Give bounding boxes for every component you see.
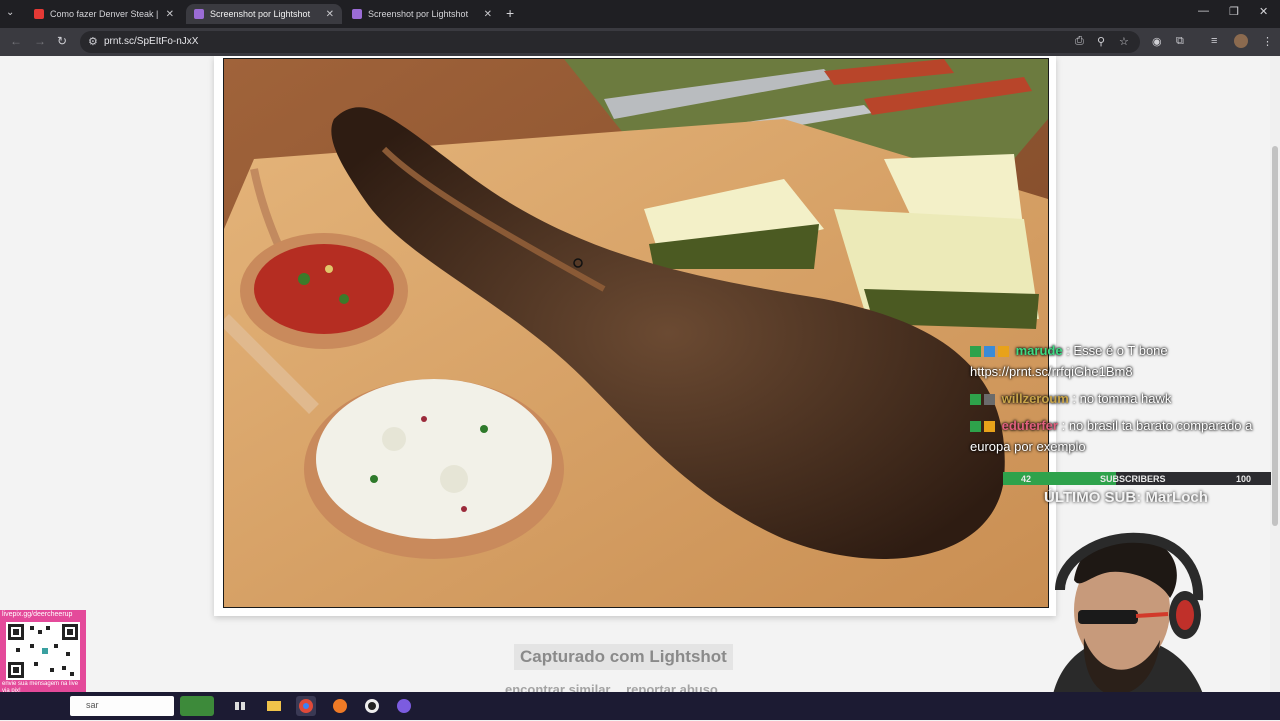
badge-icon bbox=[984, 394, 995, 406]
badge-icon bbox=[970, 394, 981, 406]
file-explorer-icon[interactable] bbox=[264, 696, 284, 716]
url-text[interactable]: prnt.sc/SpEItFo-nJxX bbox=[104, 36, 198, 47]
badge-icon bbox=[970, 346, 981, 358]
chat-user: eduferfer bbox=[1001, 418, 1058, 433]
chat-user: marude bbox=[1015, 343, 1063, 358]
subscriber-label: SUBSCRIBERS bbox=[1100, 474, 1166, 484]
zoom-icon[interactable]: ⚲ bbox=[1097, 35, 1105, 48]
extensions-puzzle-icon[interactable]: ⧉ bbox=[1176, 35, 1184, 48]
qr-code bbox=[6, 622, 80, 680]
badge-icon bbox=[970, 421, 981, 433]
tab-lightshot[interactable]: Screenshot por Lightshot ✕ bbox=[344, 4, 500, 24]
chat-text: : no tomma hawk bbox=[1068, 391, 1172, 406]
install-icon[interactable]: ⎙ bbox=[1075, 35, 1084, 48]
restore-button[interactable]: ❐ bbox=[1229, 5, 1239, 18]
qr-url: livepix.gg/deercheerup bbox=[2, 611, 73, 618]
minimize-button[interactable]: — bbox=[1198, 5, 1209, 17]
search-text: sar bbox=[86, 700, 99, 710]
streamer-webcam bbox=[1050, 532, 1210, 720]
subscriber-goal-bar: 42 SUBSCRIBERS 100 bbox=[1003, 472, 1271, 485]
pix-qr-panel: livepix.gg/deercheerup envie sua mensage… bbox=[0, 610, 86, 694]
chrome-icon[interactable] bbox=[296, 696, 316, 716]
address-bar[interactable]: ⚙ prnt.sc/SpEItFo-nJxX bbox=[80, 31, 1140, 53]
chat-message: marude : Esse é o T bone https://prnt.sc… bbox=[970, 340, 1280, 382]
new-tab-button[interactable]: + bbox=[506, 5, 514, 21]
badge-icon bbox=[998, 346, 1009, 358]
close-tab-icon[interactable]: ✕ bbox=[326, 9, 334, 20]
subscriber-current: 42 bbox=[1021, 474, 1032, 484]
menu-icon[interactable]: ⋮ bbox=[1262, 35, 1273, 48]
badge-icon bbox=[984, 346, 995, 358]
stream-chat: marude : Esse é o T bone https://prnt.sc… bbox=[970, 340, 1280, 463]
chat-text: : Esse é o T bone bbox=[1062, 343, 1168, 358]
youtube-icon bbox=[34, 9, 44, 19]
taskbar-search[interactable]: sar bbox=[70, 696, 174, 716]
chat-text: europa por exemplo bbox=[970, 439, 1086, 454]
badge-icon bbox=[984, 421, 995, 433]
chat-user: willzeroum bbox=[1001, 391, 1069, 406]
scrollbar-thumb[interactable] bbox=[1272, 146, 1278, 526]
media-icon[interactable]: ≡ bbox=[1211, 35, 1217, 47]
tab-title: Screenshot por Lightshot bbox=[368, 9, 469, 19]
forward-icon[interactable]: → bbox=[34, 34, 46, 48]
steak-photo bbox=[223, 58, 1049, 608]
profile-avatar[interactable] bbox=[1234, 34, 1248, 48]
taskbar: sar bbox=[0, 692, 1280, 720]
tab-title: Como fazer Denver Steak | Netf bbox=[50, 9, 160, 19]
bookmark-star-icon[interactable]: ☆ bbox=[1119, 35, 1129, 48]
lightshot-caption: Capturado com Lightshot bbox=[514, 644, 733, 670]
app-icon[interactable] bbox=[394, 696, 414, 716]
back-icon[interactable]: ← bbox=[10, 34, 22, 48]
tab-lightshot-active[interactable]: Screenshot por Lightshot ✕ bbox=[186, 4, 342, 24]
subscriber-goal: 100 bbox=[1235, 474, 1251, 484]
close-tab-icon[interactable]: ✕ bbox=[166, 9, 174, 20]
chat-message: willzeroum : no tomma hawk bbox=[970, 388, 1280, 409]
chat-text: https://prnt.sc/rrfqiGhe1Bm8 bbox=[970, 364, 1133, 379]
last-subscriber: ÚLTIMO SUB: MarLoch bbox=[1044, 489, 1208, 506]
obs-icon[interactable] bbox=[362, 696, 382, 716]
subscriber-progress-fill bbox=[1003, 472, 1116, 485]
task-view-icon[interactable] bbox=[230, 696, 250, 716]
chat-text: : no brasil ta barato comparado a bbox=[1057, 418, 1253, 433]
close-tab-icon[interactable]: ✕ bbox=[484, 9, 492, 20]
reload-icon[interactable]: ↻ bbox=[57, 34, 67, 48]
lightshot-icon bbox=[352, 9, 362, 19]
firefox-icon[interactable] bbox=[330, 696, 350, 716]
screenshot-frame bbox=[214, 56, 1056, 616]
widget-icon[interactable] bbox=[180, 696, 214, 716]
lightshot-icon bbox=[194, 9, 204, 19]
tab-strip: ⌄ Como fazer Denver Steak | Netf ✕ Scree… bbox=[0, 0, 1280, 28]
chat-message: eduferfer : no brasil ta barato comparad… bbox=[970, 415, 1280, 457]
tab-denver-steak[interactable]: Como fazer Denver Steak | Netf ✕ bbox=[26, 4, 182, 24]
tab-title: Screenshot por Lightshot bbox=[210, 9, 311, 19]
browser-toolbar: ← → ↻ ⚙ prnt.sc/SpEItFo-nJxX ⎙ ⚲ ☆ ◉ ⧉ ≡… bbox=[0, 28, 1280, 56]
close-window-button[interactable]: ✕ bbox=[1259, 5, 1268, 18]
extension-icon[interactable]: ◉ bbox=[1152, 35, 1162, 48]
tab-search-icon[interactable]: ⌄ bbox=[6, 7, 14, 18]
site-info-icon[interactable]: ⚙ bbox=[88, 35, 98, 48]
